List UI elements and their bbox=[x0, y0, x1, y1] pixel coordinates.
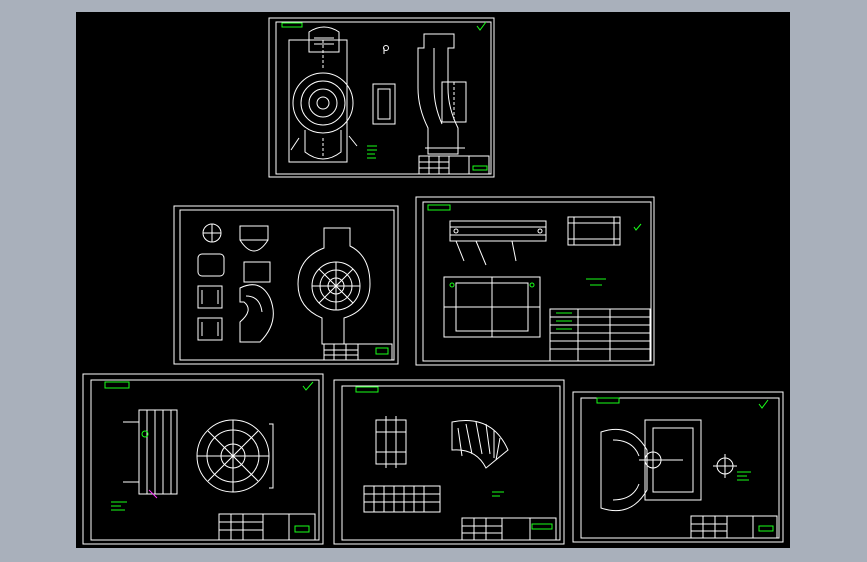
sheet-6-inner-border bbox=[580, 397, 780, 539]
sheet-6-green-notes bbox=[737, 471, 751, 481]
sheet-3-frame-plan bbox=[443, 276, 541, 338]
sheet-4-green-notes bbox=[111, 501, 127, 511]
sheet-6-detail-view bbox=[713, 454, 737, 478]
sheet-3-label-box bbox=[427, 204, 451, 211]
sheet-4-impeller-view bbox=[196, 419, 274, 493]
sheet-5-label-box bbox=[355, 386, 379, 393]
cad-drawing-canvas[interactable] bbox=[76, 12, 790, 548]
sheet-1-label-box bbox=[281, 22, 303, 28]
sheet-4-outer-border bbox=[82, 373, 324, 545]
sheet-1-check-mark bbox=[476, 21, 487, 31]
sheet-1-middle-section bbox=[372, 45, 396, 125]
sheet-6-title-block bbox=[690, 515, 778, 539]
sheet-6-check-mark bbox=[758, 399, 769, 409]
drawing-sheet-2[interactable] bbox=[173, 205, 399, 365]
sheet-2-title-block bbox=[323, 343, 393, 361]
cad-model-space-viewport[interactable] bbox=[76, 12, 790, 548]
drawing-sheet-4[interactable] bbox=[82, 373, 324, 545]
sheet-4-section-view bbox=[123, 409, 178, 499]
sheet-6-label-box bbox=[596, 397, 620, 404]
sheet-1-casing-body bbox=[288, 26, 358, 163]
sheet-5-data-table bbox=[363, 485, 441, 513]
sheet-5-title-block bbox=[461, 517, 557, 541]
sheet-3-side-rail bbox=[567, 216, 621, 246]
sheet-3-top-rail bbox=[449, 220, 547, 266]
sheet-4-title-block bbox=[218, 513, 316, 541]
sheet-4-inner-border bbox=[90, 379, 320, 541]
sheet-6-assembly-view bbox=[600, 419, 702, 512]
sheet-6-outer-border bbox=[572, 391, 784, 543]
sheet-1-green-notes bbox=[367, 145, 377, 159]
sheet-2-small-views bbox=[197, 223, 225, 341]
drawing-sheet-3[interactable] bbox=[415, 196, 655, 366]
sheet-5-section-view bbox=[375, 416, 407, 468]
sheet-3-outer-border bbox=[415, 196, 655, 366]
sheet-2-elbow-pattern bbox=[239, 225, 274, 343]
sheet-1-inner-border bbox=[275, 21, 492, 175]
sheet-3-parts-list bbox=[549, 308, 651, 362]
drawing-sheet-6[interactable] bbox=[572, 391, 784, 543]
sheet-5-inner-border bbox=[341, 385, 561, 541]
drawing-sheet-1[interactable] bbox=[268, 17, 495, 178]
sheet-4-label-box bbox=[104, 381, 130, 389]
sheet-4-check-mark bbox=[302, 381, 314, 391]
sheet-1-outer-border bbox=[268, 17, 495, 178]
drawing-sheet-5[interactable] bbox=[333, 379, 565, 545]
sheet-5-fan-development bbox=[451, 420, 509, 469]
sheet-2-volute-view bbox=[297, 227, 371, 345]
sheet-5-green-notes bbox=[492, 491, 504, 497]
sheet-1-title-block bbox=[418, 155, 490, 175]
sheet-1-profile-view bbox=[417, 33, 467, 155]
